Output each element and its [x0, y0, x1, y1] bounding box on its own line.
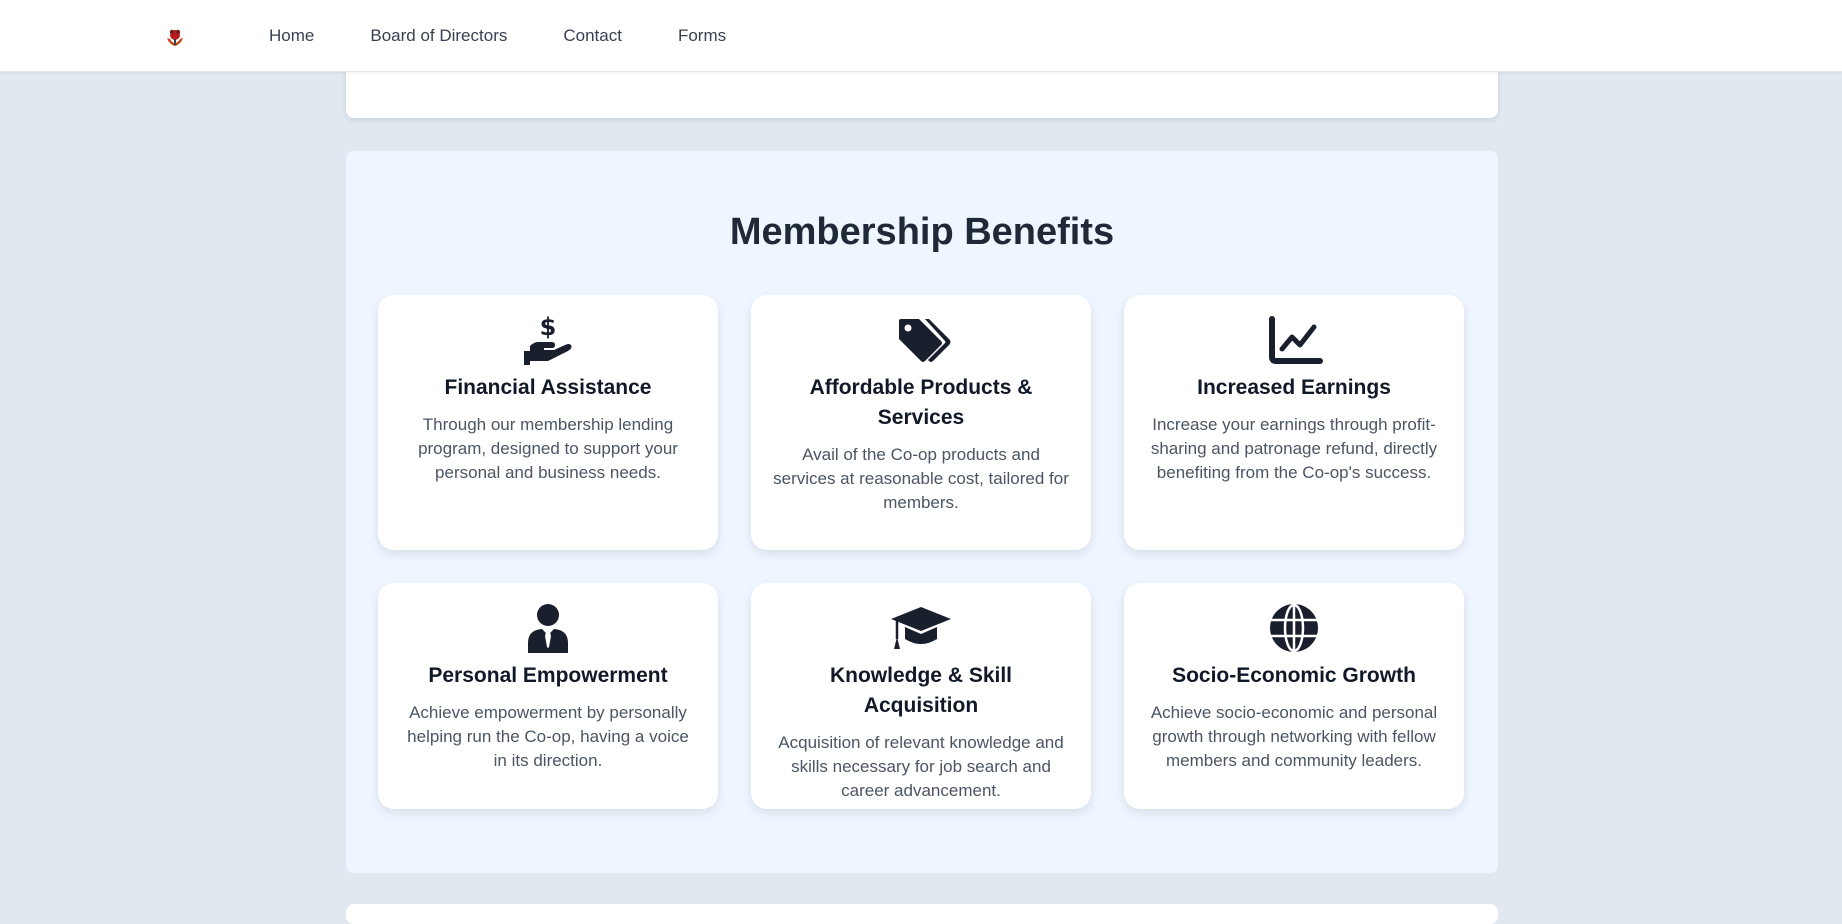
nav-menu: Home Board of Directors Contact Forms [269, 0, 726, 72]
benefit-title: Affordable Products & Services [809, 376, 1033, 429]
nav-contact-link[interactable]: Contact [563, 26, 622, 46]
benefit-description: Avail of the Co-op products and services… [773, 445, 1069, 512]
user-tie-icon [528, 604, 568, 653]
chart-line-icon [1269, 316, 1323, 364]
next-section-card [346, 904, 1498, 924]
benefit-description: Acquisition of relevant knowledge and sk… [778, 733, 1064, 800]
benefit-card-knowledge-skill: Knowledge & Skill Acquisition Acquisitio… [751, 583, 1091, 809]
nav-forms-link[interactable]: Forms [678, 26, 726, 46]
benefit-title: Personal Empowerment [428, 664, 668, 687]
benefit-card-affordable-products: Affordable Products & Services Avail of … [751, 295, 1091, 550]
graduation-cap-icon [891, 607, 951, 649]
nav-board-of-directors-link[interactable]: Board of Directors [370, 26, 507, 46]
benefit-card-socio-economic-growth: Socio-Economic Growth Achieve socio-econ… [1124, 583, 1464, 809]
membership-benefits-section: Membership Benefits $ Financial Assistan… [346, 151, 1498, 873]
benefit-card-personal-empowerment: Personal Empowerment Achieve empowerment… [378, 583, 718, 809]
logo-icon[interactable] [164, 26, 186, 48]
svg-text:$: $ [540, 315, 557, 341]
nav-home-link[interactable]: Home [269, 26, 314, 46]
benefit-description: Increase your earnings through profit-sh… [1150, 415, 1438, 482]
benefit-title: Financial Assistance [444, 376, 652, 399]
benefit-title: Knowledge & Skill Acquisition [829, 664, 1013, 717]
hand-holding-dollar-icon: $ [524, 315, 572, 365]
section-title: Membership Benefits [729, 211, 1115, 253]
tags-icon [899, 319, 951, 362]
benefit-card-increased-earnings: Increased Earnings Increase your earning… [1124, 295, 1464, 550]
benefit-description: Through our membership lending program, … [418, 415, 678, 482]
globe-icon [1270, 603, 1318, 653]
benefit-title: Increased Earnings [1197, 376, 1391, 399]
benefit-description: Achieve empowerment by personally helpin… [407, 703, 689, 770]
benefit-card-financial-assistance: $ Financial Assistance Through our membe… [378, 295, 718, 550]
benefit-description: Achieve socio-economic and personal grow… [1150, 703, 1438, 770]
benefit-title: Socio-Economic Growth [1172, 664, 1416, 687]
navbar: Home Board of Directors Contact Forms [0, 0, 1842, 72]
